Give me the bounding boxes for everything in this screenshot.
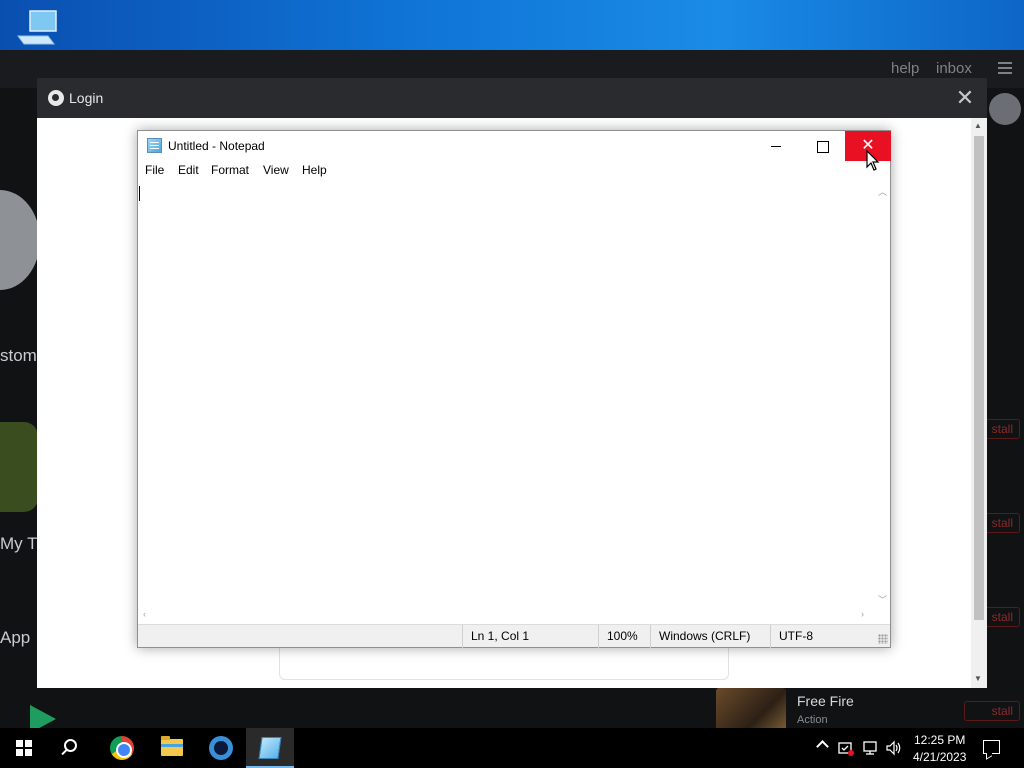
notepad-icon <box>147 138 162 153</box>
scroll-down-arrow-icon[interactable]: ﹀ <box>878 593 887 606</box>
volume-icon[interactable] <box>885 740 901 756</box>
menu-format[interactable]: Format <box>211 163 249 177</box>
notepad-taskbar-button[interactable] <box>246 728 294 768</box>
scrollbar-corner <box>874 607 890 623</box>
chrome-icon <box>110 736 134 760</box>
resize-grip-icon[interactable] <box>878 634 888 644</box>
login-titlebar[interactable]: Login ✕ <box>37 78 987 118</box>
search-icon <box>64 739 77 752</box>
side-label-app: App <box>0 628 31 647</box>
menu-file[interactable]: File <box>145 163 164 177</box>
minimize-button[interactable] <box>753 131 799 161</box>
window-title: Untitled - Notepad <box>168 139 265 153</box>
steam-logo-icon <box>48 90 64 106</box>
file-explorer-taskbar-button[interactable] <box>148 728 196 768</box>
security-alert-icon[interactable] <box>838 740 854 756</box>
notification-center-icon[interactable] <box>983 740 1000 754</box>
menu-help[interactable]: Help <box>302 163 327 177</box>
clock-time[interactable]: 12:25 PM <box>914 733 965 747</box>
horizontal-scrollbar[interactable]: ‹ › <box>138 607 874 623</box>
this-pc-icon[interactable] <box>14 8 60 48</box>
menu-edit[interactable]: Edit <box>178 163 199 177</box>
notepad-icon <box>258 737 282 759</box>
chrome-taskbar-button[interactable] <box>98 728 146 768</box>
install-button[interactable]: stall <box>964 701 1020 721</box>
inbox-link[interactable]: inbox <box>936 60 972 77</box>
cursor-position: Ln 1, Col 1 <box>462 625 598 648</box>
scroll-down-arrow-icon[interactable]: ▼ <box>974 674 982 683</box>
app-store-icon <box>209 736 233 760</box>
vertical-scrollbar[interactable]: ︿ ﹀ <box>874 181 890 607</box>
side-item-image <box>0 190 40 290</box>
start-button[interactable] <box>0 728 48 768</box>
chevron-up-icon[interactable] <box>816 740 829 753</box>
scroll-up-arrow-icon[interactable]: ︿ <box>878 185 887 198</box>
scroll-left-arrow-icon[interactable]: ‹ <box>143 609 146 619</box>
login-close-button[interactable]: ✕ <box>955 86 975 110</box>
taskbar: 12:25 PM 4/21/2023 <box>0 728 1024 768</box>
status-bar: Ln 1, Col 1 100% Windows (CRLF) UTF-8 <box>138 624 890 648</box>
text-caret <box>139 186 140 201</box>
side-label-my: My T <box>0 534 38 553</box>
menu-view[interactable]: View <box>263 163 289 177</box>
text-editor[interactable] <box>138 181 874 607</box>
game-genre: Action <box>797 714 828 726</box>
windows-logo-icon <box>16 740 32 756</box>
login-scrollbar[interactable]: ▲ ▼ <box>971 118 987 688</box>
encoding: UTF-8 <box>770 625 876 648</box>
search-button[interactable] <box>48 728 96 768</box>
side-item-image <box>0 422 38 512</box>
folder-icon <box>161 736 183 756</box>
avatar[interactable] <box>989 93 1021 125</box>
notepad-titlebar[interactable]: Untitled - Notepad ✕ <box>138 131 891 161</box>
notepad-window: Untitled - Notepad ✕ File Edit Format Vi… <box>137 130 891 648</box>
scrollbar-thumb[interactable] <box>974 136 984 620</box>
maximize-button[interactable] <box>799 131 845 161</box>
zoom-level: 100% <box>598 625 650 648</box>
store-taskbar-button[interactable] <box>197 728 245 768</box>
scroll-right-arrow-icon[interactable]: › <box>861 609 864 619</box>
login-title: Login <box>69 90 104 106</box>
game-title[interactable]: Free Fire <box>797 693 854 709</box>
side-label-custom: stom <box>0 346 37 365</box>
clock-date[interactable]: 4/21/2023 <box>913 750 966 764</box>
line-ending: Windows (CRLF) <box>650 625 770 648</box>
mouse-pointer-icon <box>866 150 880 171</box>
scroll-up-arrow-icon[interactable]: ▲ <box>974 121 982 130</box>
help-link[interactable]: help <box>891 60 919 77</box>
hamburger-menu-icon[interactable] <box>998 62 1012 74</box>
menu-bar: File Edit Format View Help <box>138 161 890 181</box>
desktop-background <box>0 0 1024 50</box>
network-icon[interactable] <box>862 740 878 756</box>
